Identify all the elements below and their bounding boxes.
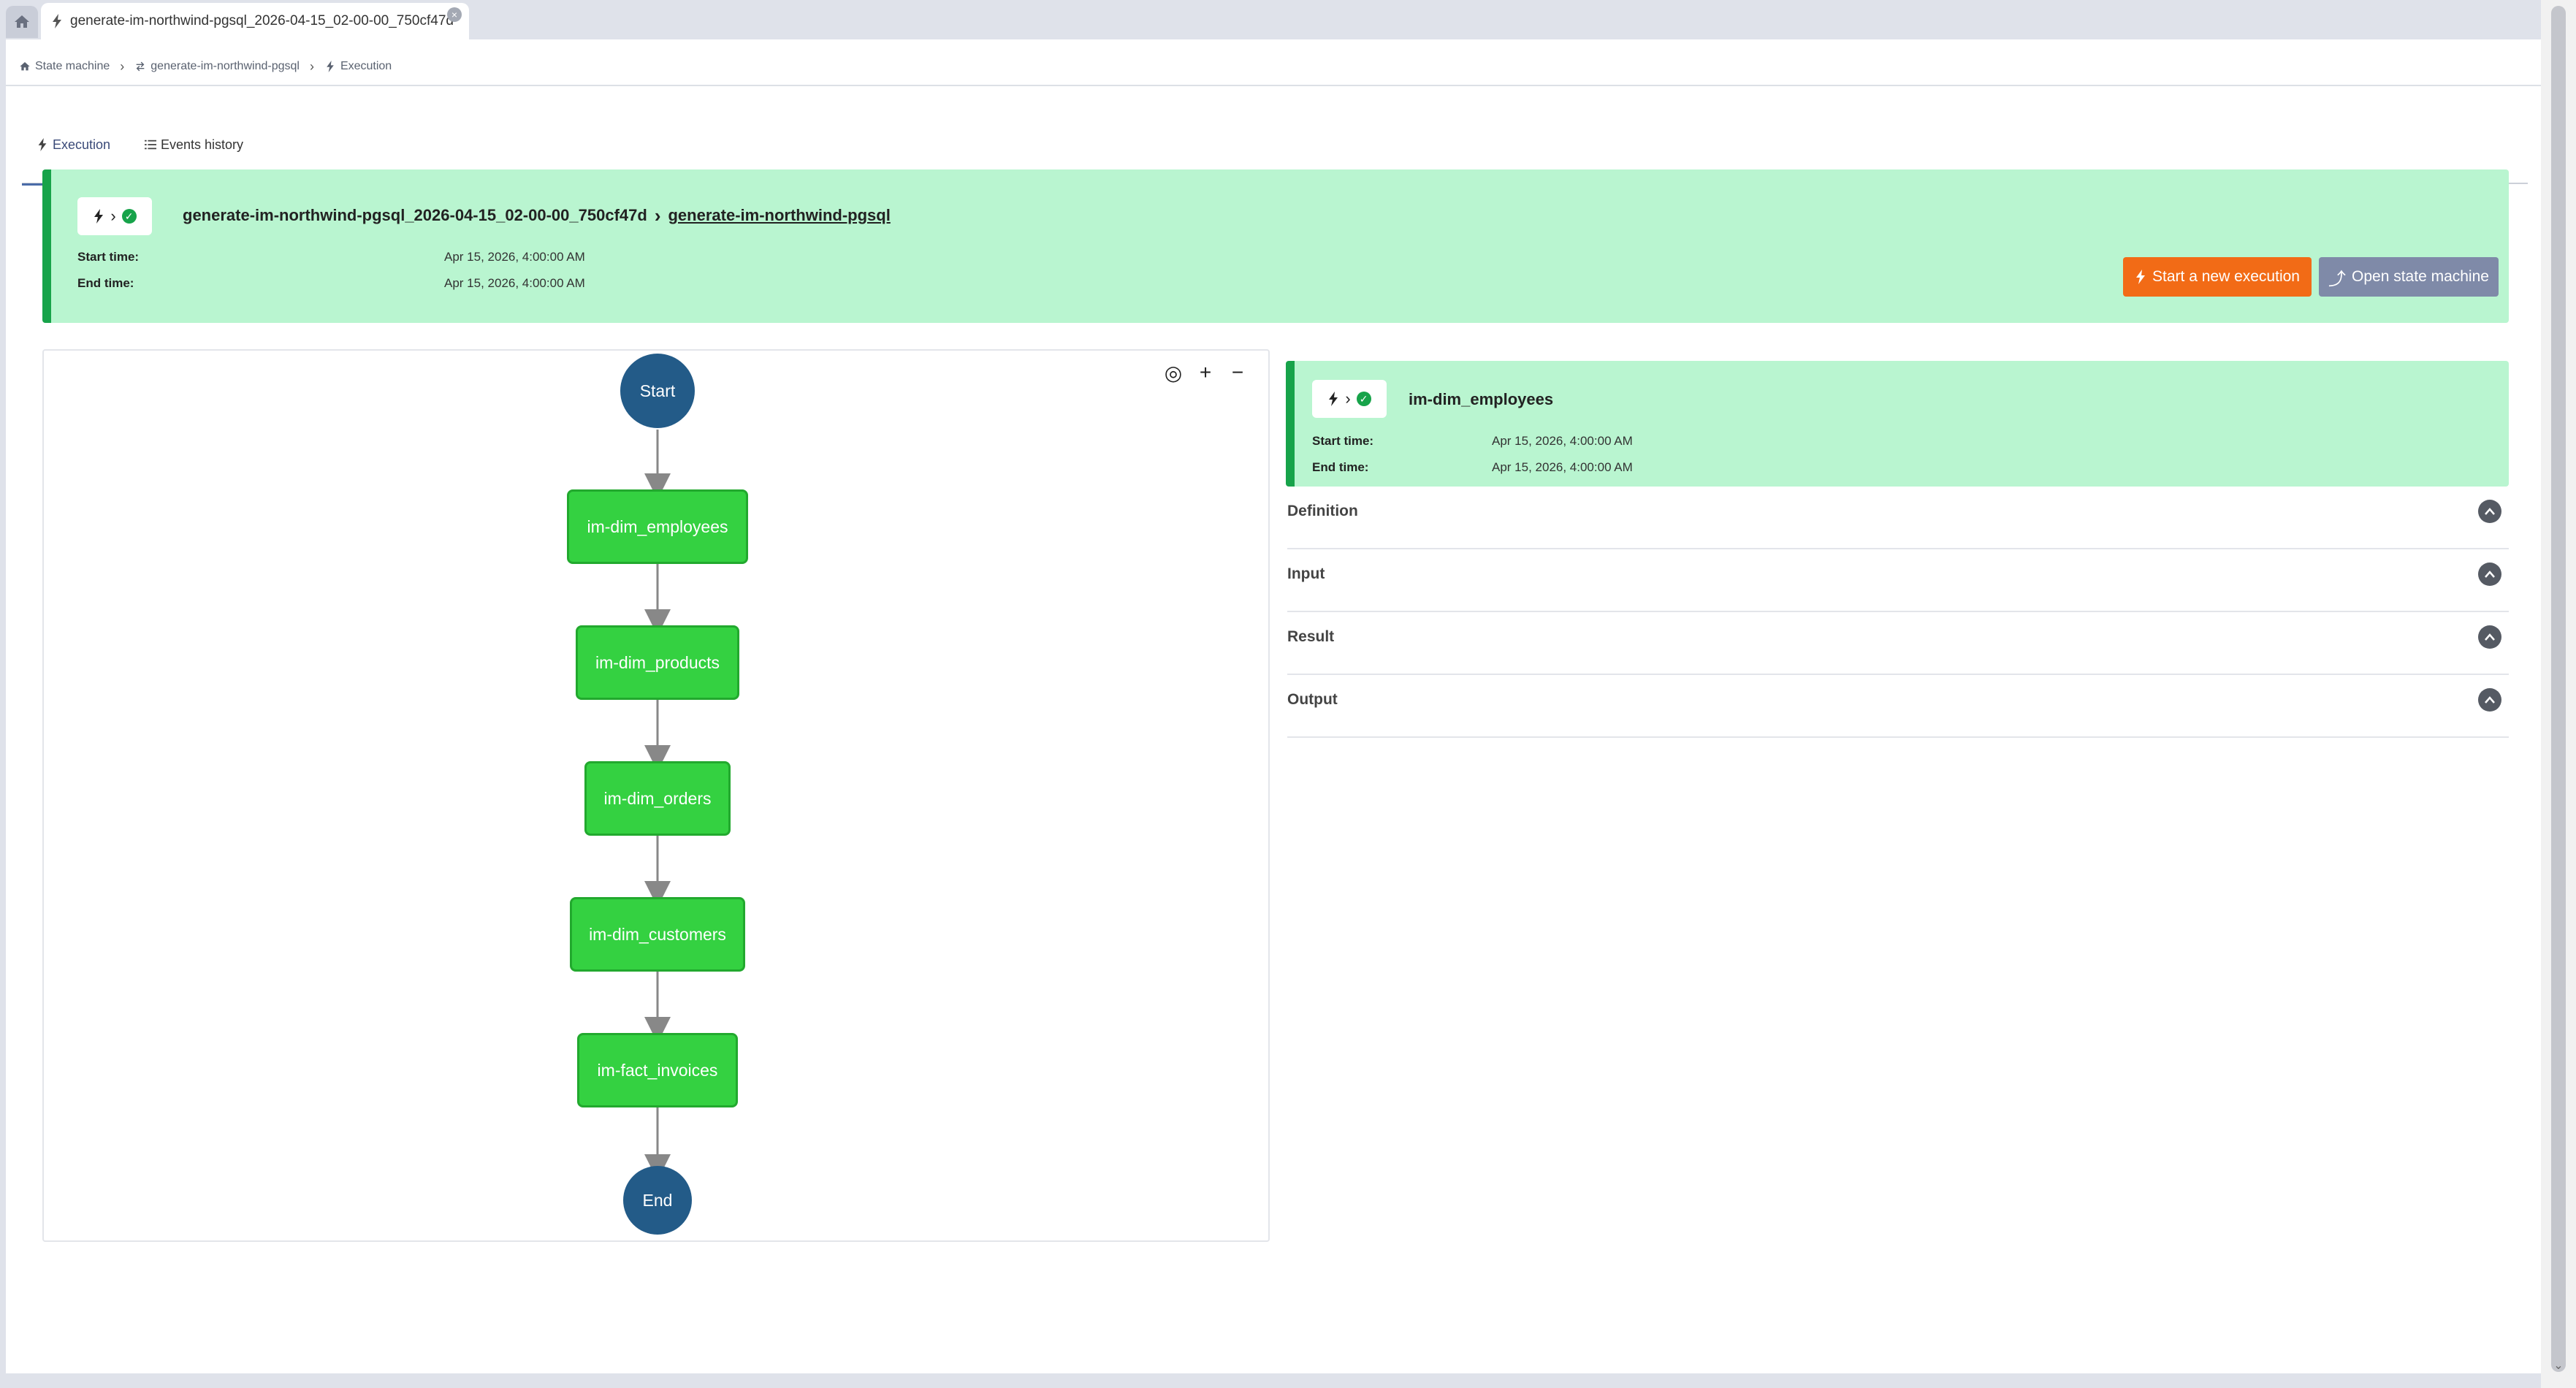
selected-state-name: im-dim_employees	[1409, 390, 1554, 408]
scrollbar-thumb[interactable]	[2551, 6, 2566, 1372]
node-im-dim-orders[interactable]: im-dim_orders	[584, 761, 731, 836]
node-im-fact-invoices[interactable]: im-fact_invoices	[577, 1033, 738, 1107]
section-definition[interactable]: Definition	[1287, 487, 2509, 549]
workflow-icon	[136, 61, 145, 72]
breadcrumb: State machine › generate-im-northwind-pg…	[19, 54, 392, 79]
bolt-icon	[94, 209, 104, 224]
graph-toolbar: ◎ + −	[1165, 361, 1246, 384]
home-icon	[15, 15, 29, 28]
chevron-up-icon[interactable]	[2478, 625, 2501, 649]
breadcrumb-separator: ›	[309, 58, 314, 74]
section-output[interactable]: Output	[1287, 675, 2509, 738]
section-result[interactable]: Result	[1287, 612, 2509, 675]
execution-title: generate-im-northwind-pgsql_2026-04-15_0…	[183, 199, 891, 232]
chevron-up-icon[interactable]	[2478, 688, 2501, 712]
status-badge: › ✓	[77, 197, 152, 235]
tab-bar: generate-im-northwind-pgsql_2026-04-15_0…	[0, 0, 2541, 39]
chevron-right-icon: ›	[654, 204, 661, 226]
node-im-dim-products[interactable]: im-dim_products	[576, 625, 739, 700]
page-scrollbar[interactable]: ⌄	[2541, 0, 2576, 1388]
chevron-up-icon[interactable]	[2478, 500, 2501, 523]
open-state-machine-button[interactable]: ⤴ Open state machine	[2319, 257, 2499, 297]
node-im-dim-employees[interactable]: im-dim_employees	[567, 489, 748, 564]
start-time-label: Start time:	[1312, 434, 1374, 448]
zoom-out-icon[interactable]: −	[1229, 361, 1246, 384]
start-time-value: Apr 15, 2026, 4:00:00 AM	[1492, 434, 1633, 448]
bolt-icon	[1329, 392, 1338, 406]
bolt-icon	[2136, 270, 2146, 284]
chevron-right-icon: ›	[1345, 389, 1351, 408]
tab-title: generate-im-northwind-pgsql_2026-04-15_0…	[70, 13, 454, 28]
chevron-right-icon: ›	[110, 207, 116, 225]
chevron-up-icon[interactable]	[2478, 563, 2501, 586]
execution-summary: › ✓ generate-im-northwind-pgsql_2026-04-…	[42, 169, 2509, 323]
main-content: State machine › generate-im-northwind-pg…	[6, 39, 2541, 1373]
breadcrumb-separator: ›	[120, 58, 125, 74]
breadcrumb-execution[interactable]: Execution	[324, 60, 392, 73]
node-end[interactable]: End	[623, 1166, 692, 1235]
home-icon	[20, 62, 30, 71]
bolt-icon	[53, 14, 61, 28]
breadcrumb-state-machine[interactable]: State machine	[19, 60, 110, 73]
tab-execution[interactable]: generate-im-northwind-pgsql_2026-04-15_0…	[41, 3, 469, 39]
node-im-dim-customers[interactable]: im-dim_customers	[570, 897, 745, 972]
end-time-value: Apr 15, 2026, 4:00:00 AM	[444, 276, 585, 290]
execution-name: generate-im-northwind-pgsql_2026-04-15_0…	[183, 206, 647, 224]
bolt-icon	[327, 61, 334, 72]
state-machine-link[interactable]: generate-im-northwind-pgsql	[668, 206, 890, 225]
start-time-label: Start time:	[77, 250, 140, 264]
end-time-value: Apr 15, 2026, 4:00:00 AM	[1492, 460, 1633, 474]
check-circle-icon: ✓	[121, 209, 137, 224]
list-icon	[145, 140, 156, 150]
close-tab-icon[interactable]: ×	[447, 7, 462, 22]
bolt-icon	[38, 138, 47, 151]
section-input[interactable]: Input	[1287, 549, 2509, 612]
home-tab[interactable]	[6, 6, 38, 38]
breadcrumb-workflow[interactable]: generate-im-northwind-pgsql	[134, 60, 300, 73]
node-start[interactable]: Start	[620, 354, 695, 428]
selected-state-summary: › ✓ im-dim_employees Start time: Apr 15,…	[1286, 361, 2509, 487]
end-time-label: End time:	[1312, 460, 1369, 474]
state-graph[interactable]: ◎ + − Start im-dim_employees im-dim_prod…	[42, 349, 1270, 1242]
zoom-in-icon[interactable]: +	[1197, 361, 1214, 384]
breadcrumb-divider	[6, 85, 2541, 86]
start-new-execution-button[interactable]: Start a new execution	[2123, 257, 2312, 297]
check-circle-icon: ✓	[1356, 392, 1371, 406]
end-time-label: End time:	[77, 276, 134, 290]
status-badge: › ✓	[1312, 380, 1387, 418]
start-time-value: Apr 15, 2026, 4:00:00 AM	[444, 250, 585, 264]
scroll-down-icon[interactable]: ⌄	[2551, 1359, 2566, 1373]
target-icon[interactable]: ◎	[1165, 361, 1182, 384]
arrow-up-icon: ⤴	[2328, 269, 2347, 289]
